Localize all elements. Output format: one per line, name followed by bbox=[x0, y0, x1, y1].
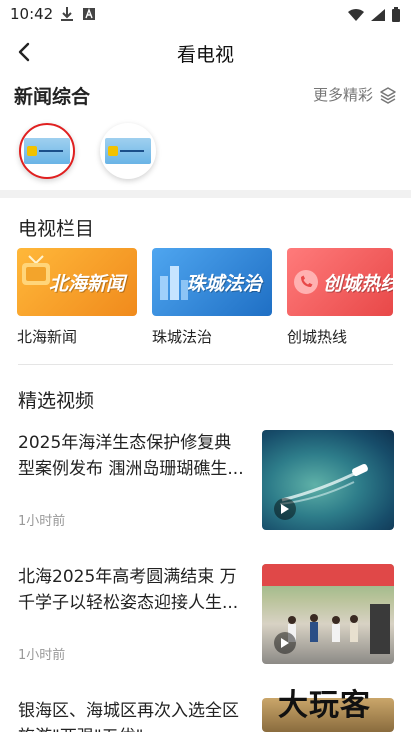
video-thumbnail bbox=[262, 430, 394, 530]
more-button[interactable]: 更多精彩 bbox=[313, 84, 397, 105]
video-title: 2025年海洋生态保护修复典型案例发布 涠洲岛珊瑚礁生... bbox=[18, 433, 244, 479]
section-divider bbox=[0, 190, 411, 198]
program-label: 珠城法治 bbox=[152, 328, 213, 346]
video-thumbnail bbox=[262, 564, 394, 664]
tv-columns-heading: 电视栏目 bbox=[18, 218, 95, 240]
program-banner-text: 珠城法治 bbox=[185, 272, 262, 295]
channel-logo bbox=[105, 138, 151, 164]
header: 看电视 bbox=[0, 30, 411, 74]
channel-section: 新闻综合 更多精彩 bbox=[0, 76, 411, 188]
program-banner: 创城热线 bbox=[287, 248, 393, 316]
system-icons bbox=[347, 7, 401, 23]
battery-icon bbox=[392, 7, 400, 22]
video-time: 1小时前 bbox=[18, 648, 66, 663]
program-card-chuangcheng-hotline[interactable]: 创城热线 创城热线 bbox=[287, 248, 393, 347]
program-card-zhucheng-law[interactable]: 珠城法治 珠城法治 bbox=[152, 248, 272, 347]
app-a-icon bbox=[83, 8, 95, 20]
phone-icon bbox=[294, 270, 318, 294]
program-banner: 北海新闻 bbox=[17, 248, 137, 316]
download-icon bbox=[61, 7, 73, 21]
layers-icon bbox=[380, 86, 396, 104]
more-label: 更多精彩 bbox=[312, 86, 373, 104]
tv-icon bbox=[22, 255, 50, 285]
status-bar: 10:42 bbox=[0, 0, 411, 30]
featured-heading: 精选视频 bbox=[18, 390, 95, 412]
program-banner-text: 北海新闻 bbox=[48, 272, 125, 295]
program-label: 北海新闻 bbox=[17, 328, 78, 346]
city-icon bbox=[160, 266, 188, 300]
channel-heading: 新闻综合 bbox=[14, 86, 91, 108]
video-item[interactable]: 北海2025年高考圆满结束 万千学子以轻松姿态迎接人生... 1小时前 bbox=[0, 564, 411, 674]
video-item[interactable]: 2025年海洋生态保护修复典型案例发布 涠洲岛珊瑚礁生... 1小时前 bbox=[0, 430, 411, 540]
play-icon bbox=[274, 498, 296, 520]
channel-card-2[interactable] bbox=[100, 123, 156, 179]
divider bbox=[18, 364, 393, 365]
channel-logo bbox=[24, 138, 70, 164]
video-title: 北海2025年高考圆满结束 万千学子以轻松姿态迎接人生... bbox=[18, 567, 239, 613]
channel-card-news-selected[interactable] bbox=[19, 123, 75, 179]
status-time: 10:42 bbox=[10, 5, 54, 23]
program-card-beihai-news[interactable]: 北海新闻 北海新闻 bbox=[17, 248, 137, 347]
notification-icons bbox=[60, 6, 96, 22]
video-title: 银海区、海城区再次入选全区旅游"两强"五优" bbox=[18, 701, 239, 732]
video-time: 1小时前 bbox=[18, 514, 66, 529]
wifi-icon bbox=[348, 8, 364, 21]
page-title: 看电视 bbox=[176, 44, 234, 66]
program-label: 创城热线 bbox=[287, 328, 348, 346]
play-icon bbox=[274, 632, 296, 654]
signal-icon bbox=[371, 9, 385, 21]
program-banner-text: 创城热线 bbox=[323, 272, 393, 295]
program-banner: 珠城法治 bbox=[152, 248, 272, 316]
watermark-logo: 大玩客 bbox=[278, 688, 371, 723]
